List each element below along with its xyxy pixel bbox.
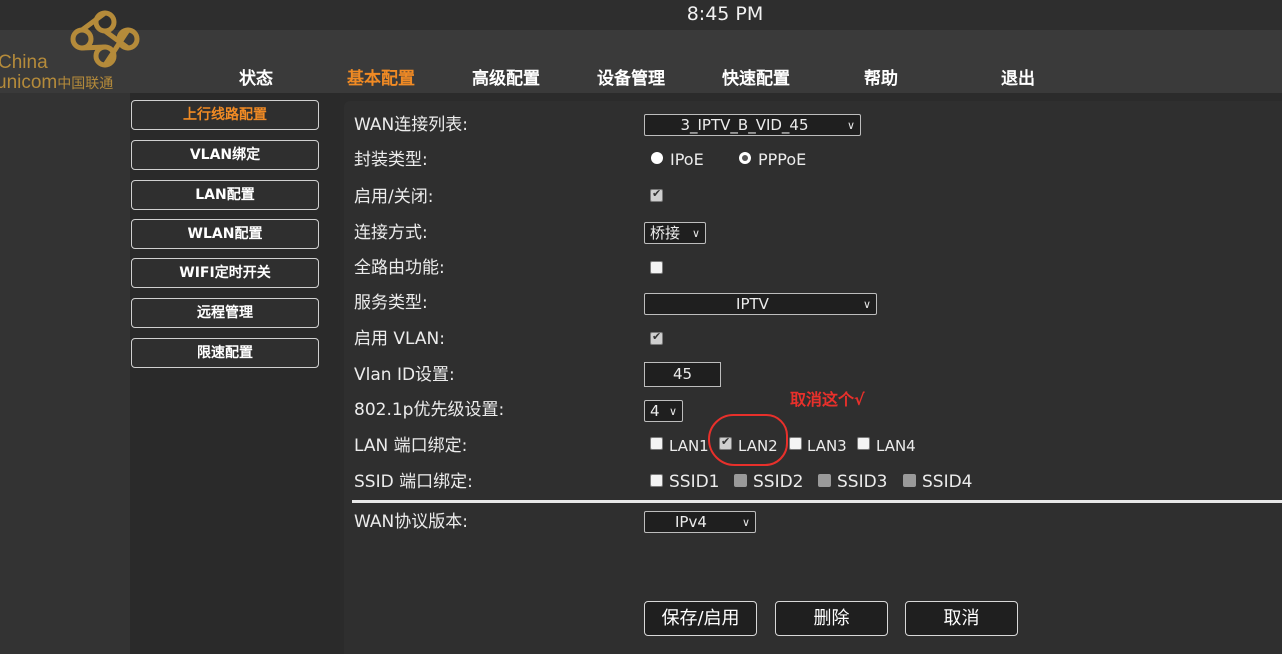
wan-list-label: WAN连接列表:	[354, 115, 468, 135]
chevron-down-icon: ∨	[846, 119, 855, 132]
wan-proto-select[interactable]: IPv4 ∨	[644, 511, 756, 533]
ssid1-checkbox[interactable]	[650, 474, 663, 487]
encap-type-label: 封装类型:	[354, 150, 428, 170]
encap-pppoe-label: PPPoE	[758, 150, 807, 169]
priority-label: 802.1p优先级设置:	[354, 400, 505, 420]
ssid1-label: SSID1	[669, 472, 720, 492]
encap-ipoe-label: IPoE	[670, 150, 704, 169]
logo-text-unicom: unicom中国联通	[0, 72, 113, 94]
unicom-knot-icon	[70, 10, 140, 68]
ssid3-label: SSID3	[837, 472, 888, 492]
nav-device-management[interactable]: 设备管理	[597, 64, 665, 89]
clock-time: 8:45 PM	[686, 3, 764, 25]
sidebar-item-remote-management[interactable]: 远程管理	[131, 298, 319, 328]
sidebar	[130, 93, 340, 654]
ssid2-checkbox[interactable]	[734, 474, 747, 487]
vlan-id-input[interactable]: 45	[644, 362, 721, 387]
annotation-text: 取消这个√	[790, 390, 865, 409]
priority-value: 4	[650, 402, 660, 420]
conn-mode-label: 连接方式:	[354, 223, 428, 243]
wan-proto-label: WAN协议版本:	[354, 512, 468, 532]
encap-ipoe-radio[interactable]	[651, 152, 663, 164]
save-apply-button[interactable]: 保存/启用	[644, 601, 757, 636]
chevron-down-icon: ∨	[741, 516, 750, 529]
ssid3-checkbox[interactable]	[818, 474, 831, 487]
chevron-down-icon: ∨	[862, 298, 871, 311]
delete-button[interactable]: 删除	[775, 601, 888, 636]
conn-mode-select[interactable]: 桥接 ∨	[644, 222, 706, 244]
wan-list-select[interactable]: 3_IPTV_B_VID_45 ∨	[644, 114, 861, 136]
sidebar-item-wifi-timer[interactable]: WIFI定时开关	[131, 258, 319, 288]
nav-help[interactable]: 帮助	[864, 64, 898, 89]
sidebar-item-vlan-binding[interactable]: VLAN绑定	[131, 140, 319, 170]
lan2-checkbox[interactable]	[719, 435, 732, 450]
lan4-checkbox[interactable]	[857, 437, 870, 450]
service-type-value: IPTV	[736, 295, 769, 313]
priority-select[interactable]: 4 ∨	[644, 400, 683, 422]
ssid2-label: SSID2	[753, 472, 804, 492]
status-bar: 8:45 PM	[0, 0, 1282, 30]
logo-text-unicom-en: unicom	[0, 72, 58, 93]
lan-bind-label: LAN 端口绑定:	[354, 436, 468, 456]
full-route-label: 全路由功能:	[354, 258, 445, 278]
ssid4-label: SSID4	[922, 472, 973, 492]
logo-text-unicom-cn: 中国联通	[57, 75, 114, 91]
ssid-bind-label: SSID 端口绑定:	[354, 472, 473, 492]
encap-pppoe-radio[interactable]	[739, 152, 751, 164]
main-content-panel	[344, 101, 1282, 654]
sidebar-item-lan-config[interactable]: LAN配置	[131, 180, 319, 210]
vlan-id-label: Vlan ID设置:	[354, 365, 455, 385]
nav-advanced-config[interactable]: 高级配置	[472, 64, 540, 89]
conn-mode-value: 桥接	[650, 224, 681, 242]
ssid4-checkbox[interactable]	[903, 474, 916, 487]
enable-label: 启用/关闭:	[354, 187, 434, 207]
sidebar-item-uplink-config[interactable]: 上行线路配置	[131, 100, 319, 130]
wan-proto-value: IPv4	[675, 513, 707, 531]
enable-checkbox[interactable]	[650, 187, 663, 202]
cancel-button[interactable]: 取消	[905, 601, 1018, 636]
lan2-label: LAN2	[738, 437, 778, 455]
nav-quick-config[interactable]: 快速配置	[722, 64, 790, 89]
service-type-label: 服务类型:	[354, 293, 428, 313]
nav-status[interactable]: 状态	[239, 64, 273, 89]
chevron-down-icon: ∨	[691, 227, 700, 240]
china-unicom-logo: China unicom中国联通	[0, 8, 150, 94]
section-divider	[352, 500, 1282, 503]
wan-list-value: 3_IPTV_B_VID_45	[680, 116, 809, 134]
full-route-checkbox[interactable]	[650, 261, 663, 274]
service-type-select[interactable]: IPTV ∨	[644, 293, 877, 315]
lan1-label: LAN1	[669, 437, 709, 455]
lan3-checkbox[interactable]	[789, 437, 802, 450]
lan1-checkbox[interactable]	[650, 437, 663, 450]
vlan-enable-label: 启用 VLAN:	[354, 329, 445, 349]
lan4-label: LAN4	[876, 437, 916, 455]
nav-basic-config[interactable]: 基本配置	[347, 64, 415, 89]
lan3-label: LAN3	[807, 437, 847, 455]
sidebar-item-wlan-config[interactable]: WLAN配置	[131, 219, 319, 249]
vlan-enable-checkbox[interactable]	[650, 330, 663, 345]
sidebar-item-rate-limit[interactable]: 限速配置	[131, 338, 319, 368]
logo-text-china: China	[0, 52, 48, 73]
left-background-panel	[0, 93, 130, 654]
chevron-down-icon: ∨	[668, 405, 677, 418]
nav-logout[interactable]: 退出	[1001, 64, 1035, 89]
